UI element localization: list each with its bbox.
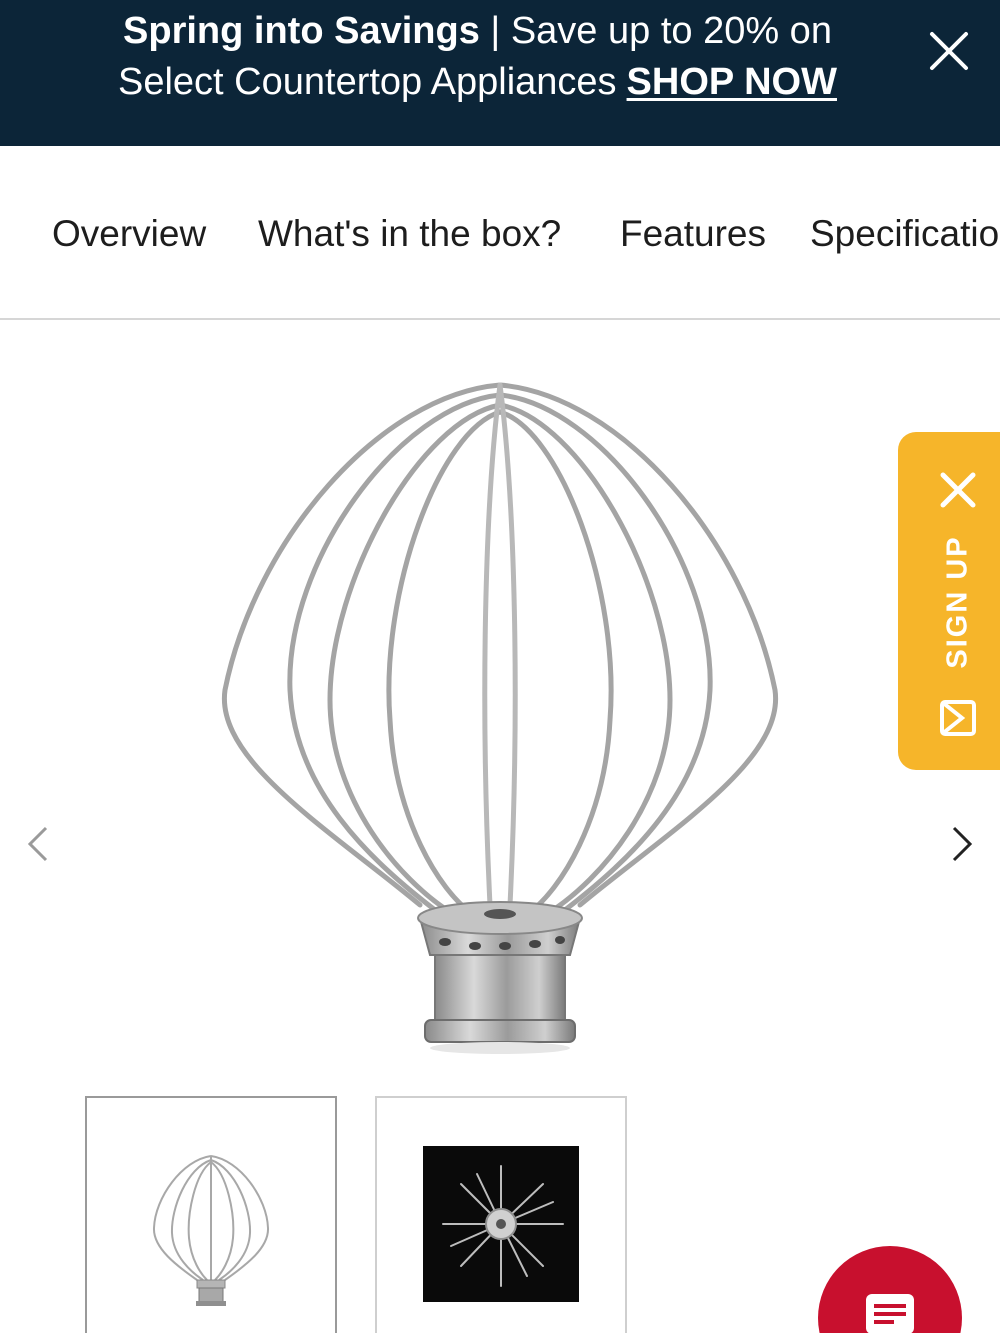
promo-text: Spring into Savings | Save up to 20% on … — [40, 6, 915, 108]
tab-whats-in-the-box[interactable]: What's in the box? — [258, 212, 561, 256]
shop-now-link[interactable]: SHOP NOW — [627, 61, 837, 103]
chevron-right-icon[interactable] — [946, 822, 976, 866]
tab-specifications[interactable]: Specifications — [810, 212, 1000, 256]
tab-overview[interactable]: Overview — [52, 212, 206, 256]
product-image-gallery — [0, 322, 1000, 1082]
thumbnail-wire-whip-top-view[interactable] — [375, 1096, 627, 1333]
close-icon[interactable] — [938, 470, 978, 510]
chat-icon — [866, 1294, 914, 1333]
promo-subline: Select Countertop Appliances — [118, 61, 617, 103]
chevron-left-icon[interactable] — [24, 822, 54, 866]
close-icon[interactable] — [926, 28, 972, 74]
mail-icon — [940, 700, 976, 736]
wire-whip-image — [221, 382, 779, 1054]
signup-tab[interactable]: SIGN UP — [898, 432, 1000, 770]
promo-headline: Spring into Savings — [123, 10, 480, 52]
chat-button[interactable] — [818, 1246, 962, 1333]
promo-offer: Save up to 20% on — [510, 10, 832, 52]
wire-whip-top-view-thumbnail — [423, 1146, 579, 1302]
promo-banner: Spring into Savings | Save up to 20% on … — [0, 0, 1000, 146]
product-section-tabs: Overview What's in the box? Features Spe… — [0, 146, 1000, 320]
wire-whip-thumbnail — [152, 1155, 270, 1306]
promo-separator: | — [479, 10, 511, 52]
signup-label: SIGN UP — [941, 535, 974, 669]
thumbnail-wire-whip[interactable] — [85, 1096, 337, 1333]
tab-features[interactable]: Features — [620, 212, 766, 256]
